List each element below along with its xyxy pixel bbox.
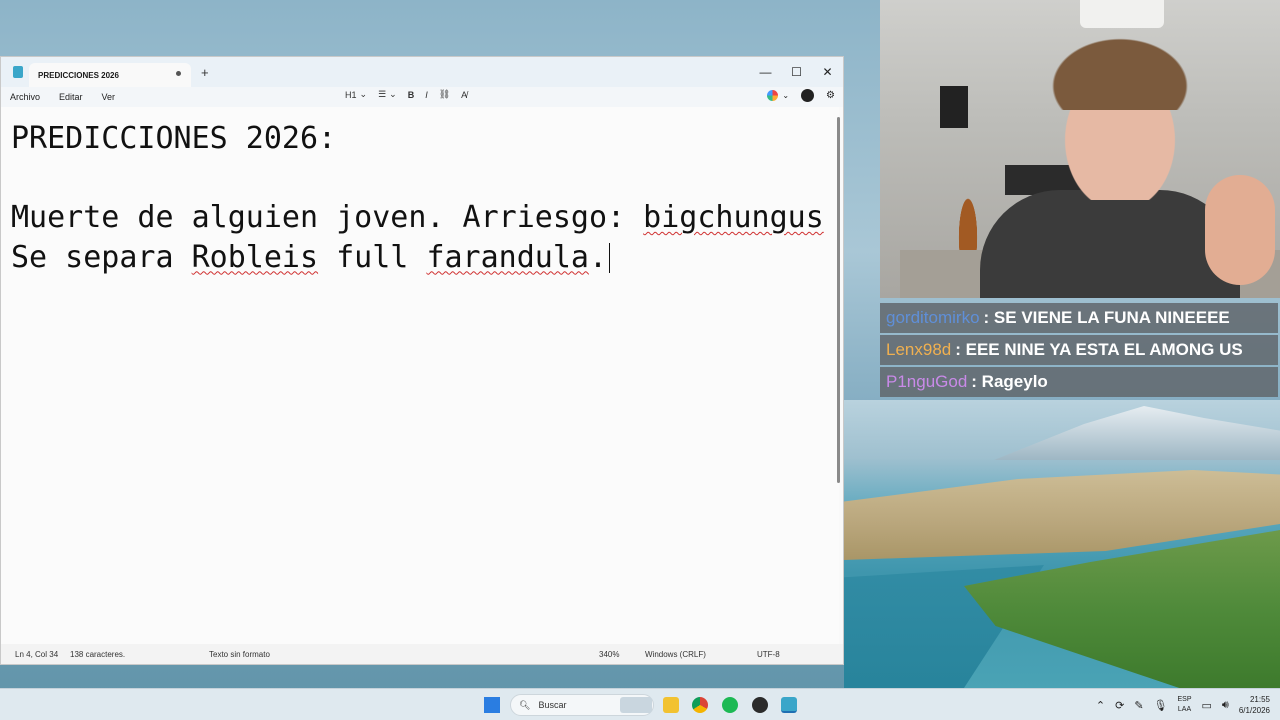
clear-format-icon[interactable]: A̸ (461, 90, 467, 100)
editor-text: Muerte de alguien joven. Arriesgo: (11, 200, 644, 235)
chevron-up-icon[interactable]: ⌃ (1096, 699, 1105, 712)
copilot-icon[interactable] (767, 90, 779, 101)
file-explorer-icon[interactable] (663, 697, 679, 713)
webcam-person-hand (1205, 175, 1275, 285)
spotify-icon[interactable] (722, 697, 738, 713)
chat-message: gorditomirko : SE VIENE LA FUNA NINEEEE (880, 303, 1278, 333)
misspelled-word[interactable]: farandula (426, 240, 589, 275)
window-controls: — ☐ ✕ (750, 57, 843, 87)
chat-username: gorditomirko (886, 308, 980, 327)
notepad-taskbar-icon[interactable] (781, 697, 797, 713)
menu-ver[interactable]: Ver (93, 92, 125, 102)
new-tab-button[interactable]: + (201, 65, 209, 80)
gear-icon[interactable]: ⚙ (826, 90, 835, 101)
document-tab[interactable]: PREDICCIONES 2026 (29, 63, 191, 87)
title-bar[interactable]: PREDICCIONES 2026 + — ☐ ✕ (1, 57, 843, 87)
vertical-scrollbar[interactable] (837, 117, 840, 483)
menu-bar: Archivo Editar Ver H1 ⌄ ☰ ⌄ B I ⛓ A̸ ⌄ ⚙ (1, 87, 843, 107)
bold-button[interactable]: B (408, 90, 415, 100)
stream-chat: gorditomirko : SE VIENE LA FUNA NINEEEE … (880, 303, 1278, 397)
misspelled-word[interactable]: bigchungus (643, 200, 824, 235)
menu-archivo[interactable]: Archivo (1, 92, 49, 102)
chevron-down-icon: ⌄ (359, 89, 368, 99)
close-button[interactable]: ✕ (812, 57, 843, 87)
chat-text: : Rageylo (971, 372, 1048, 391)
chat-username: Lenx98d (886, 340, 952, 359)
heading-dropdown[interactable]: H1 ⌄ (345, 89, 367, 100)
lang-top: ESP (1177, 696, 1192, 703)
editor-line: Se separa Robleis full farandula. (11, 238, 829, 278)
character-count: 138 caracteres. (70, 650, 126, 659)
italic-button[interactable]: I (425, 90, 428, 100)
format-toolbar: H1 ⌄ ☰ ⌄ B I ⛓ A̸ (345, 89, 467, 100)
clock[interactable]: 21:55 6/1/2026 (1239, 694, 1270, 716)
clock-date: 6/1/2026 (1238, 706, 1270, 715)
editor-text: Se separa (11, 239, 192, 275)
webcam-person-shirt (980, 190, 1240, 298)
microphone-icon[interactable]: 🎙︎ (1154, 699, 1168, 712)
taskbar: 🔍︎ Buscar ⌃ ⟳ ✎ 🎙︎ ESP LAA ▭ 🔊︎ 21:55 6/… (0, 688, 1280, 720)
search-placeholder: Buscar (538, 700, 567, 710)
chat-message: Lenx98d : EEE NINE YA ESTA EL AMONG US (880, 335, 1278, 365)
windows-start-icon[interactable] (484, 697, 500, 713)
list-icon: ☰ (378, 89, 387, 99)
text-format: Texto sin formato (209, 650, 270, 659)
volume-icon[interactable]: 🔊︎ (1222, 699, 1229, 712)
zoom-level[interactable]: 340% (599, 650, 619, 659)
pen-icon[interactable]: ✎ (1134, 699, 1143, 712)
editor-line: Muerte de alguien joven. Arriesgo: bigch… (11, 198, 829, 238)
text-editor[interactable]: PREDICCIONES 2026: Muerte de alguien jov… (1, 107, 839, 645)
clock-time: 21:55 (1249, 695, 1270, 704)
editor-line: PREDICCIONES 2026: (11, 121, 337, 156)
chat-message: P1nguGod : Rageylo (880, 367, 1278, 397)
search-icon: 🔍︎ (519, 699, 531, 710)
minimize-button[interactable]: — (750, 57, 781, 87)
desktop-wallpaper (844, 400, 1280, 688)
chat-username: P1nguGod (886, 372, 968, 391)
text-caret (609, 243, 611, 273)
chat-text: : SE VIENE LA FUNA NINEEEE (983, 308, 1230, 327)
lang-bottom: LAA (1177, 706, 1192, 713)
chrome-icon[interactable] (692, 697, 708, 713)
misspelled-word[interactable]: Robleis (192, 240, 318, 275)
toolbar-right: ⌄ ⚙ (767, 89, 835, 102)
system-tray: ⌃ ⟳ ✎ 🎙︎ ESP LAA ▭ 🔊︎ 21:55 6/1/2026 (1096, 694, 1270, 716)
notepad-app-icon (13, 66, 23, 78)
chevron-down-icon: ⌄ (389, 89, 397, 99)
webcam-guitar (952, 170, 984, 260)
account-avatar[interactable] (801, 89, 815, 102)
cursor-position: Ln 4, Col 34 (15, 650, 59, 659)
network-icon[interactable]: ▭ (1202, 699, 1212, 712)
list-dropdown[interactable]: ☰ ⌄ (378, 89, 397, 100)
webcam-feed (880, 0, 1280, 298)
notepad-window: PREDICCIONES 2026 + — ☐ ✕ Archivo Editar… (0, 56, 844, 665)
heading-label: H1 (345, 89, 357, 100)
sync-icon[interactable]: ⟳ (1115, 699, 1124, 712)
tab-title: PREDICCIONES 2026 (38, 70, 119, 80)
search-highlight-icon[interactable] (620, 697, 652, 713)
wallpaper-mountain (994, 406, 1280, 460)
editor-text: full (318, 239, 427, 275)
line-ending[interactable]: Windows (CRLF) (645, 650, 706, 659)
encoding[interactable]: UTF-8 (757, 650, 780, 659)
unsaved-dot-icon[interactable] (176, 71, 181, 76)
input-language[interactable]: ESP LAA (1178, 695, 1192, 715)
webcam-air-conditioner (1080, 0, 1164, 28)
obs-icon[interactable] (752, 697, 768, 713)
webcam-person-hair (1040, 30, 1200, 110)
status-bar: Ln 4, Col 34 138 caracteres. Texto sin f… (1, 644, 843, 664)
chevron-down-icon[interactable]: ⌄ (782, 91, 789, 100)
menu-editar[interactable]: Editar (50, 92, 92, 102)
editor-text: . (589, 239, 608, 275)
chat-text: : EEE NINE YA ESTA EL AMONG US (955, 340, 1243, 359)
link-icon[interactable]: ⛓ (439, 89, 450, 100)
maximize-button[interactable]: ☐ (781, 57, 812, 87)
webcam-poster (940, 86, 968, 128)
